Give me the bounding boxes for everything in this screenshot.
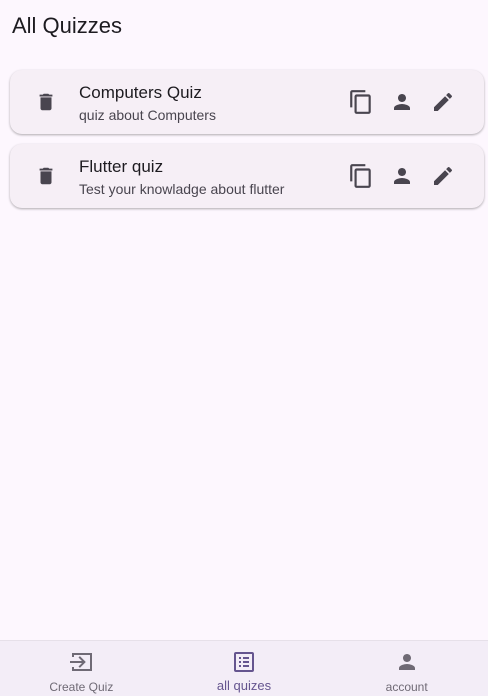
quiz-subtitle: Test your knowladge about flutter [79, 181, 285, 197]
quiz-title: Flutter quiz [79, 157, 164, 176]
nav-label-all-quizes: all quizes [216, 678, 272, 693]
page-title: All Quizzes [12, 13, 123, 38]
person-icon[interactable] [389, 89, 415, 115]
nav-label-create-quiz: Create Quiz [49, 680, 114, 694]
quiz-subtitle: quiz about Computers [79, 107, 216, 123]
delete-icon[interactable] [34, 164, 58, 188]
app-screen: All Quizzes Computers Quiz quiz about Co… [0, 0, 488, 696]
bottom-navigation-bar: Create Quiz all quizes account [0, 640, 488, 696]
quiz-card[interactable]: Flutter quiz Test your knowladge about f… [10, 144, 484, 208]
quiz-actions [348, 89, 456, 115]
copy-icon[interactable] [348, 89, 374, 115]
edit-icon[interactable] [430, 89, 456, 115]
delete-icon[interactable] [34, 90, 58, 114]
copy-icon[interactable] [348, 163, 374, 189]
list-icon [231, 650, 257, 674]
create-quiz-icon [68, 650, 94, 674]
nav-label-account: account [385, 680, 428, 694]
edit-icon[interactable] [430, 163, 456, 189]
person-icon[interactable] [389, 163, 415, 189]
nav-item-create-quiz[interactable]: Create Quiz [0, 641, 163, 696]
quiz-info: Flutter quiz Test your knowladge about f… [79, 157, 329, 198]
nav-item-account[interactable]: account [325, 641, 488, 696]
quiz-title: Computers Quiz [79, 83, 202, 102]
account-icon [394, 650, 420, 674]
nav-item-all-quizes[interactable]: all quizes [163, 641, 326, 696]
quiz-actions [348, 163, 456, 189]
quiz-card[interactable]: Computers Quiz quiz about Computers [10, 70, 484, 134]
quiz-info: Computers Quiz quiz about Computers [79, 83, 329, 124]
quiz-list: Computers Quiz quiz about Computers Flut… [10, 70, 484, 218]
